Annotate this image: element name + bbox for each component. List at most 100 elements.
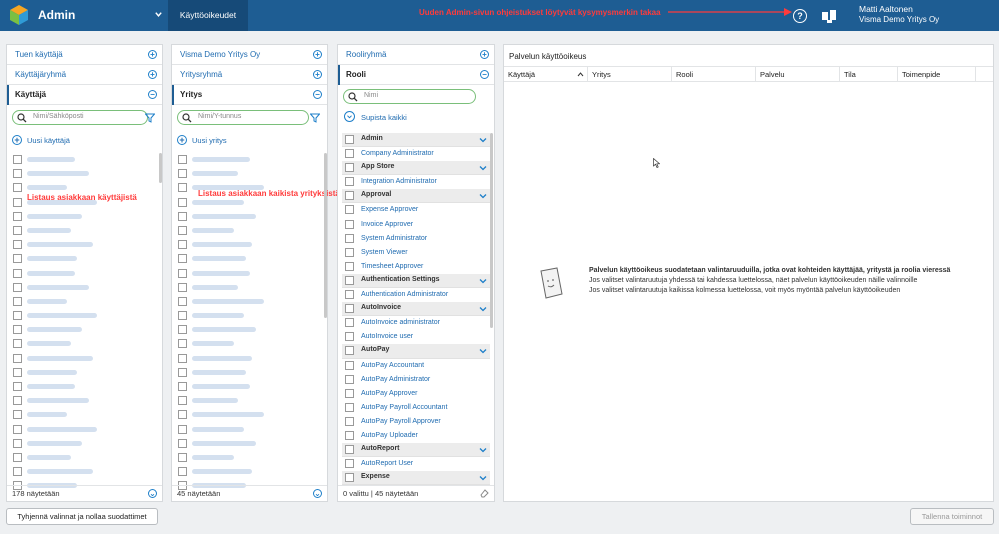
- list-item-checkbox[interactable]: [178, 396, 187, 406]
- role-checkbox[interactable]: [345, 388, 354, 398]
- list-item-checkbox[interactable]: [13, 311, 22, 321]
- role-item[interactable]: AutoPay Payroll Approver: [342, 415, 490, 429]
- list-item-checkbox[interactable]: [178, 325, 187, 335]
- switch-company-icon[interactable]: [821, 8, 838, 24]
- role-checkbox[interactable]: [345, 332, 354, 342]
- list-item[interactable]: [178, 153, 318, 167]
- list-item[interactable]: [13, 366, 153, 380]
- plus-circle-icon[interactable]: +: [313, 50, 322, 59]
- plus-circle-icon[interactable]: +: [480, 50, 489, 59]
- chevron-down-icon[interactable]: [479, 306, 487, 312]
- list-item[interactable]: [13, 352, 153, 366]
- list-item[interactable]: [178, 323, 318, 337]
- role-group-checkbox[interactable]: [345, 304, 354, 314]
- list-item-checkbox[interactable]: [13, 353, 22, 363]
- list-item-checkbox[interactable]: [178, 197, 187, 207]
- list-item[interactable]: [13, 224, 153, 238]
- list-item[interactable]: [13, 323, 153, 337]
- user-company[interactable]: Visma Demo Yritys Oy: [859, 15, 939, 24]
- role-group-checkbox[interactable]: [345, 445, 354, 455]
- list-item[interactable]: [13, 394, 153, 408]
- accordion-role-group[interactable]: Rooliryhmä +: [338, 45, 494, 65]
- scrollbar[interactable]: [490, 133, 493, 328]
- list-item[interactable]: [13, 295, 153, 309]
- list-item-checkbox[interactable]: [13, 367, 22, 377]
- role-group-header[interactable]: Admin: [342, 133, 490, 148]
- list-item-checkbox[interactable]: [178, 254, 187, 264]
- role-checkbox[interactable]: [345, 219, 354, 229]
- list-item[interactable]: [13, 337, 153, 351]
- list-item-checkbox[interactable]: [13, 254, 22, 264]
- user-name[interactable]: Matti Aaltonen: [859, 4, 913, 14]
- list-item-checkbox[interactable]: [13, 467, 22, 477]
- eraser-icon[interactable]: [480, 489, 489, 498]
- list-item[interactable]: [178, 394, 318, 408]
- chevron-down-icon[interactable]: [479, 193, 487, 199]
- role-checkbox[interactable]: [345, 430, 354, 440]
- role-group-checkbox[interactable]: [345, 163, 354, 173]
- chevron-down-circle-icon[interactable]: ⌄: [313, 489, 322, 498]
- reset-filters-button[interactable]: Tyhjennä valinnat ja nollaa suodattimet: [6, 508, 158, 525]
- scrollbar[interactable]: [159, 153, 162, 183]
- role-group-checkbox[interactable]: [345, 191, 354, 201]
- list-item-checkbox[interactable]: [178, 183, 187, 193]
- list-item[interactable]: [178, 267, 318, 281]
- role-group-checkbox[interactable]: [345, 473, 354, 483]
- list-item[interactable]: [178, 309, 318, 323]
- minus-circle-icon[interactable]: −: [148, 90, 157, 99]
- list-item[interactable]: [13, 252, 153, 266]
- column-role[interactable]: Rooli: [672, 67, 756, 82]
- list-item[interactable]: [178, 224, 318, 238]
- user-search-input[interactable]: Nimi/Sähköposti: [12, 110, 148, 125]
- plus-circle-icon[interactable]: +: [313, 70, 322, 79]
- role-checkbox[interactable]: [345, 290, 354, 300]
- role-checkbox[interactable]: [345, 233, 354, 243]
- list-item-checkbox[interactable]: [178, 353, 187, 363]
- list-item-checkbox[interactable]: [13, 169, 22, 179]
- column-user[interactable]: Käyttäjä: [504, 67, 588, 82]
- chevron-down-icon[interactable]: [479, 278, 487, 284]
- minus-circle-icon[interactable]: −: [313, 90, 322, 99]
- role-item[interactable]: System Viewer: [342, 246, 490, 260]
- list-item[interactable]: [178, 437, 318, 451]
- list-item[interactable]: [13, 465, 153, 479]
- role-checkbox[interactable]: [345, 247, 354, 257]
- list-item-checkbox[interactable]: [178, 268, 187, 278]
- list-item-checkbox[interactable]: [178, 169, 187, 179]
- accordion-user[interactable]: Käyttäjä −: [7, 85, 162, 105]
- role-group-checkbox[interactable]: [345, 346, 354, 356]
- list-item-checkbox[interactable]: [13, 325, 22, 335]
- role-item[interactable]: AutoPay Approver: [342, 387, 490, 401]
- role-item[interactable]: System Administrator: [342, 232, 490, 246]
- role-item[interactable]: Integration Administrator: [342, 175, 490, 189]
- list-item[interactable]: [13, 167, 153, 181]
- app-title[interactable]: Admin: [38, 8, 75, 22]
- role-group-header[interactable]: AutoInvoice: [342, 302, 490, 317]
- list-item[interactable]: [178, 281, 318, 295]
- role-checkbox[interactable]: [345, 318, 354, 328]
- list-item-checkbox[interactable]: [178, 211, 187, 221]
- role-checkbox[interactable]: [345, 177, 354, 187]
- list-item[interactable]: [178, 380, 318, 394]
- list-item-checkbox[interactable]: [178, 296, 187, 306]
- list-item-checkbox[interactable]: [13, 424, 22, 434]
- list-item[interactable]: [13, 437, 153, 451]
- list-item-checkbox[interactable]: [178, 282, 187, 292]
- scrollbar[interactable]: [324, 153, 327, 318]
- list-item-checkbox[interactable]: [178, 438, 187, 448]
- accordion-company[interactable]: Yritys −: [172, 85, 327, 105]
- nav-tab-access-rights[interactable]: Käyttöoikeudet: [168, 0, 248, 31]
- list-item-checkbox[interactable]: [13, 382, 22, 391]
- list-item-checkbox[interactable]: [178, 382, 187, 391]
- list-item[interactable]: [178, 210, 318, 224]
- list-item-checkbox[interactable]: [13, 396, 22, 406]
- accordion-support-user[interactable]: Tuen käyttäjä +: [7, 45, 162, 65]
- list-item-checkbox[interactable]: [13, 296, 22, 306]
- role-item[interactable]: Expense Approver: [342, 203, 490, 217]
- sort-up-icon[interactable]: [577, 72, 584, 77]
- role-checkbox[interactable]: [345, 402, 354, 412]
- list-item-checkbox[interactable]: [178, 424, 187, 434]
- list-item-checkbox[interactable]: [13, 155, 22, 164]
- list-item-checkbox[interactable]: [13, 225, 22, 235]
- role-checkbox[interactable]: [345, 360, 354, 370]
